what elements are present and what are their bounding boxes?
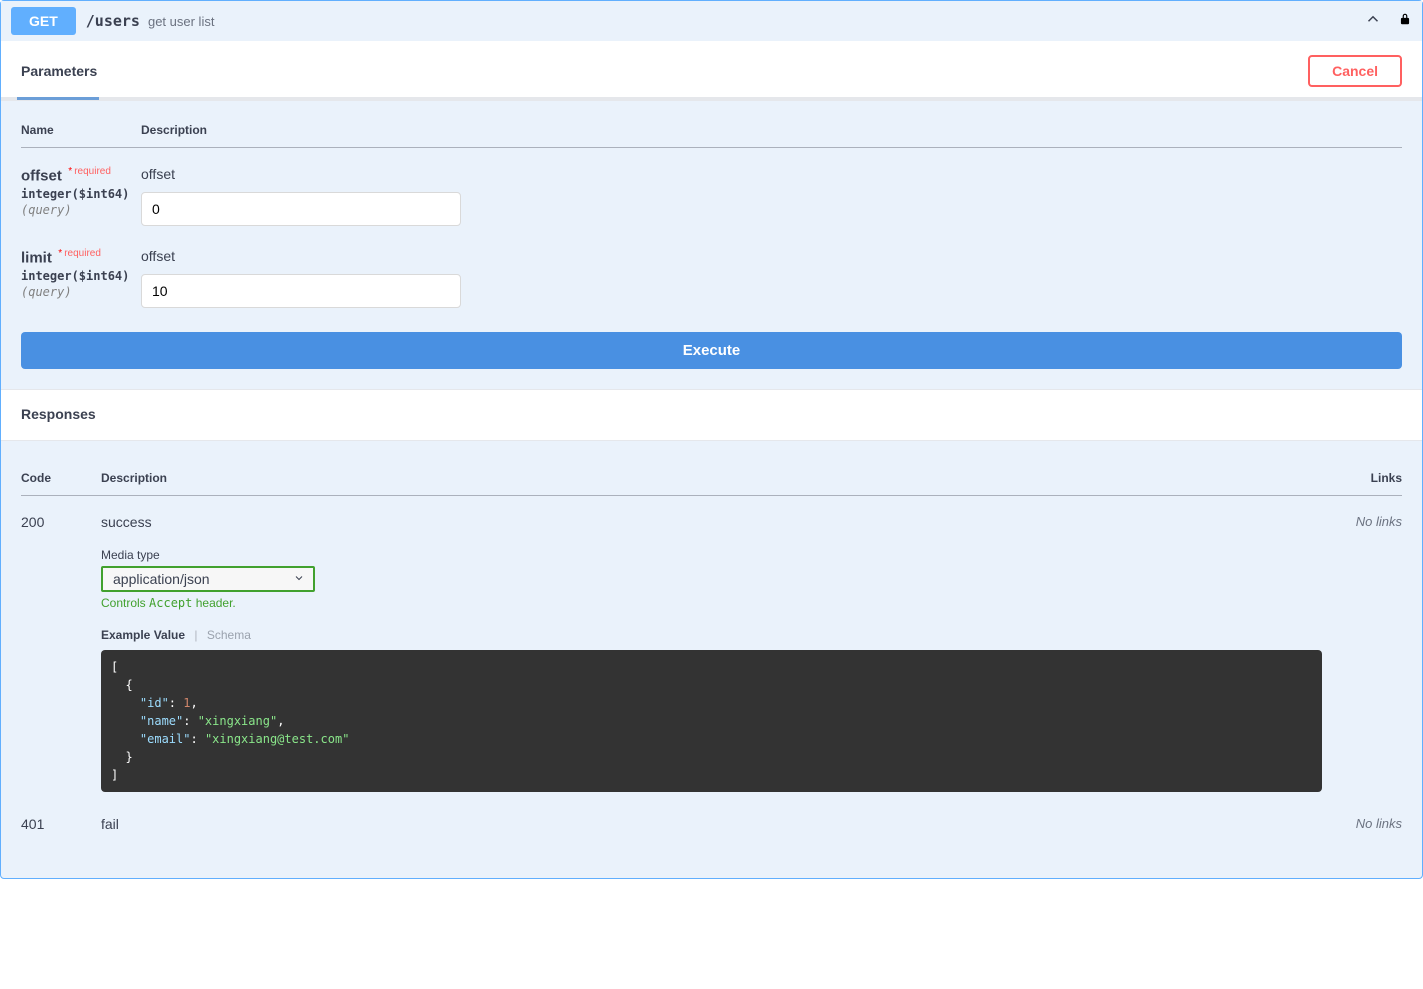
- responses-table: Code Description Links 200success Media …: [21, 461, 1402, 838]
- param-name: limit: [21, 249, 52, 266]
- http-method-badge: GET: [11, 7, 76, 35]
- param-input[interactable]: [141, 274, 461, 308]
- required-label: required: [64, 248, 101, 259]
- execute-button[interactable]: Execute: [21, 332, 1402, 369]
- chevron-up-icon[interactable]: [1364, 10, 1382, 33]
- example-tabs: Example Value | Schema: [101, 628, 1322, 642]
- controls-accept-hint: Controls Accept header.: [101, 596, 1322, 610]
- resp-header-links: Links: [1322, 461, 1402, 496]
- parameters-section-header: Parameters Cancel: [1, 41, 1422, 98]
- header-actions: [1364, 10, 1412, 33]
- required-label: required: [74, 166, 111, 177]
- responses-title: Responses: [21, 406, 96, 422]
- parameter-row: limit *required integer($int64) (query) …: [21, 230, 1402, 312]
- response-description-text: fail: [101, 816, 1322, 832]
- response-description-cell: success Media type application/json Cont…: [101, 496, 1322, 799]
- tab-underline: [1, 98, 1422, 101]
- response-code: 401: [21, 798, 101, 838]
- lock-icon[interactable]: [1398, 11, 1412, 32]
- operation-block: GET /users get user list Parameters Canc…: [0, 0, 1423, 879]
- tab-example-value[interactable]: Example Value: [101, 628, 185, 642]
- resp-header-description: Description: [101, 461, 1322, 496]
- param-type: integer($int64): [21, 269, 141, 283]
- media-type-label: Media type: [101, 548, 1322, 562]
- parameters-table: Name Description offset *required intege…: [21, 113, 1402, 312]
- responses-body: Code Description Links 200success Media …: [1, 441, 1422, 878]
- cancel-button[interactable]: Cancel: [1308, 55, 1402, 87]
- param-description: offset: [141, 248, 1402, 264]
- response-links: No links: [1322, 798, 1402, 838]
- response-links: No links: [1322, 496, 1402, 799]
- resp-header-code: Code: [21, 461, 101, 496]
- response-description-cell: fail: [101, 798, 1322, 838]
- parameter-row: offset *required integer($int64) (query)…: [21, 148, 1402, 231]
- media-type-select[interactable]: application/json: [101, 566, 315, 592]
- response-description-text: success: [101, 514, 1322, 530]
- operation-header[interactable]: GET /users get user list: [1, 1, 1422, 41]
- param-input[interactable]: [141, 192, 461, 226]
- param-in: (query): [21, 285, 141, 299]
- media-type-selected: application/json: [113, 571, 210, 587]
- responses-section-header: Responses: [1, 389, 1422, 441]
- endpoint-path: /users: [86, 12, 140, 30]
- response-code: 200: [21, 496, 101, 799]
- parameters-body: Name Description offset *required intege…: [1, 101, 1422, 389]
- param-type: integer($int64): [21, 187, 141, 201]
- param-header-description: Description: [141, 113, 1402, 148]
- parameters-title: Parameters: [21, 63, 97, 79]
- param-name: offset: [21, 167, 62, 184]
- param-header-name: Name: [21, 113, 141, 148]
- param-in: (query): [21, 203, 141, 217]
- required-star-icon: *: [68, 166, 72, 177]
- required-star-icon: *: [58, 248, 62, 259]
- response-row: 401failNo links: [21, 798, 1402, 838]
- tab-schema[interactable]: Schema: [207, 628, 251, 642]
- tab-separator: |: [194, 628, 197, 642]
- param-description: offset: [141, 166, 1402, 182]
- endpoint-summary: get user list: [148, 14, 214, 29]
- example-code-block: [ { "id": 1, "name": "xingxiang", "email…: [101, 650, 1322, 792]
- response-row: 200success Media type application/json C…: [21, 496, 1402, 799]
- chevron-down-icon: [293, 571, 305, 587]
